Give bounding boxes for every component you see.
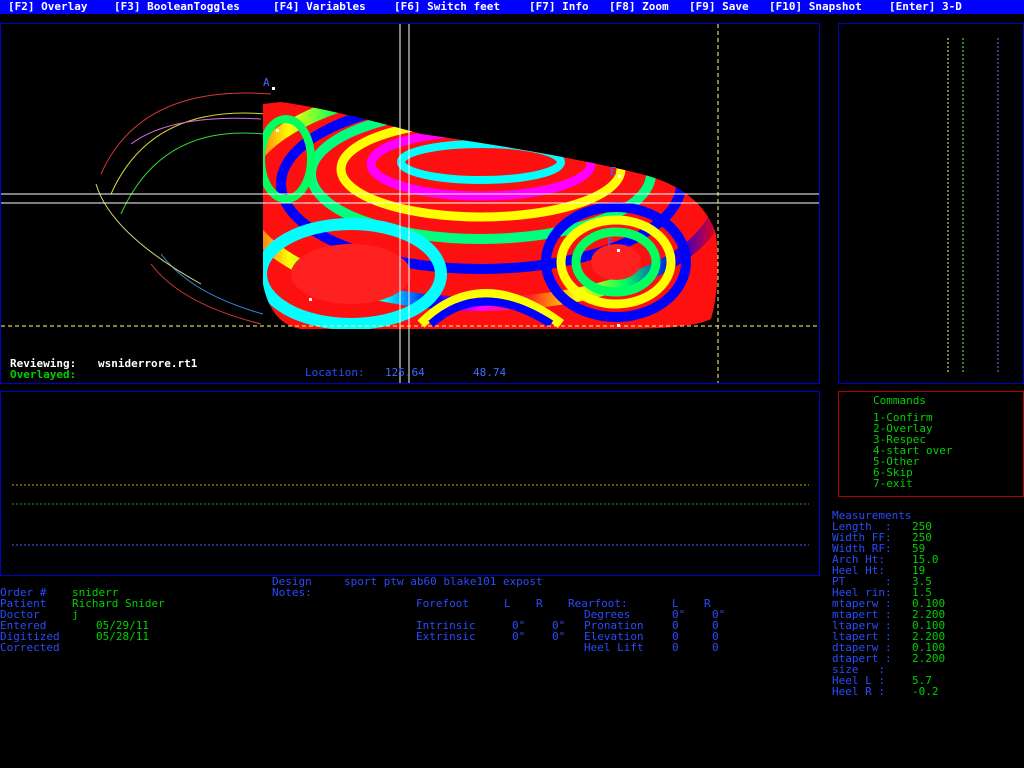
foot-scan-contour-map[interactable]: A E F bbox=[1, 24, 819, 383]
overlay-outline-lines bbox=[95, 92, 272, 325]
forefoot-col-l: L bbox=[504, 597, 511, 610]
extrinsic-l: 0° bbox=[512, 630, 526, 643]
menu-switch-feet[interactable]: [F6] Switch feet bbox=[394, 1, 500, 13]
order-field-label: Corrected bbox=[0, 641, 60, 654]
notes-label: Notes: bbox=[272, 586, 312, 599]
profile-graph-panel bbox=[0, 391, 820, 576]
order-field-value: j bbox=[72, 608, 79, 621]
menu-3d[interactable]: [Enter] 3-D bbox=[889, 1, 962, 13]
menu-variables[interactable]: [F4] Variables bbox=[273, 1, 366, 13]
measurement-value: -0.2 bbox=[912, 685, 939, 698]
point-label-a: A bbox=[263, 76, 270, 89]
menu-snapshot[interactable]: [F10] Snapshot bbox=[769, 1, 862, 13]
rearfoot-row-l: 0 bbox=[672, 641, 679, 654]
measurement-label: Heel R : bbox=[832, 685, 885, 698]
menu-overlay[interactable]: [F2] Overlay bbox=[8, 1, 87, 13]
rearfoot-row-label: Heel Lift bbox=[584, 641, 644, 654]
scan-view-panel[interactable]: A E F Reviewing: wsniderrore.rt1 Overlay… bbox=[0, 23, 820, 384]
command-exit[interactable]: 7-exit bbox=[873, 478, 913, 489]
side-view-panel bbox=[838, 23, 1024, 384]
commands-title: Commands bbox=[873, 394, 926, 407]
measurement-value: 2.200 bbox=[912, 652, 946, 665]
location-x: 125.64 bbox=[385, 366, 425, 379]
menu-info[interactable]: [F7] Info bbox=[529, 1, 589, 13]
design-value: sport ptw ab60 blake101 expost bbox=[344, 575, 543, 588]
location-y: 48.74 bbox=[473, 366, 507, 379]
function-key-menu-bar: [F2] Overlay [F3] BooleanToggles [F4] Va… bbox=[0, 0, 1024, 14]
order-field-value: Richard Snider bbox=[72, 597, 165, 610]
overlayed-label: Overlayed: bbox=[10, 368, 77, 381]
menu-zoom[interactable]: [F8] Zoom bbox=[609, 1, 669, 13]
foot-contour-fill bbox=[263, 102, 718, 329]
forefoot-col-r: R bbox=[536, 597, 543, 610]
rearfoot-col-r: R bbox=[704, 597, 711, 610]
rearfoot-row-r: 0 bbox=[712, 641, 719, 654]
order-field-value: 05/28/11 bbox=[96, 630, 149, 643]
commands-panel: Commands 1-Confirm 2-Overlay 3-Respec 4-… bbox=[838, 391, 1024, 497]
extrinsic-r: 0° bbox=[552, 630, 566, 643]
point-label-e: E bbox=[610, 165, 617, 178]
location-label: Location: bbox=[305, 366, 365, 379]
reviewing-filename: wsniderrore.rt1 bbox=[98, 357, 198, 370]
side-profile-lines bbox=[947, 38, 999, 374]
menu-save[interactable]: [F9] Save bbox=[689, 1, 749, 13]
extrinsic-label: Extrinsic bbox=[416, 630, 476, 643]
profile-graph bbox=[12, 484, 809, 546]
point-label-f: F bbox=[607, 236, 614, 249]
forefoot-title: Forefoot bbox=[416, 597, 469, 610]
menu-boolean-toggles[interactable]: [F3] BooleanToggles bbox=[114, 1, 240, 13]
